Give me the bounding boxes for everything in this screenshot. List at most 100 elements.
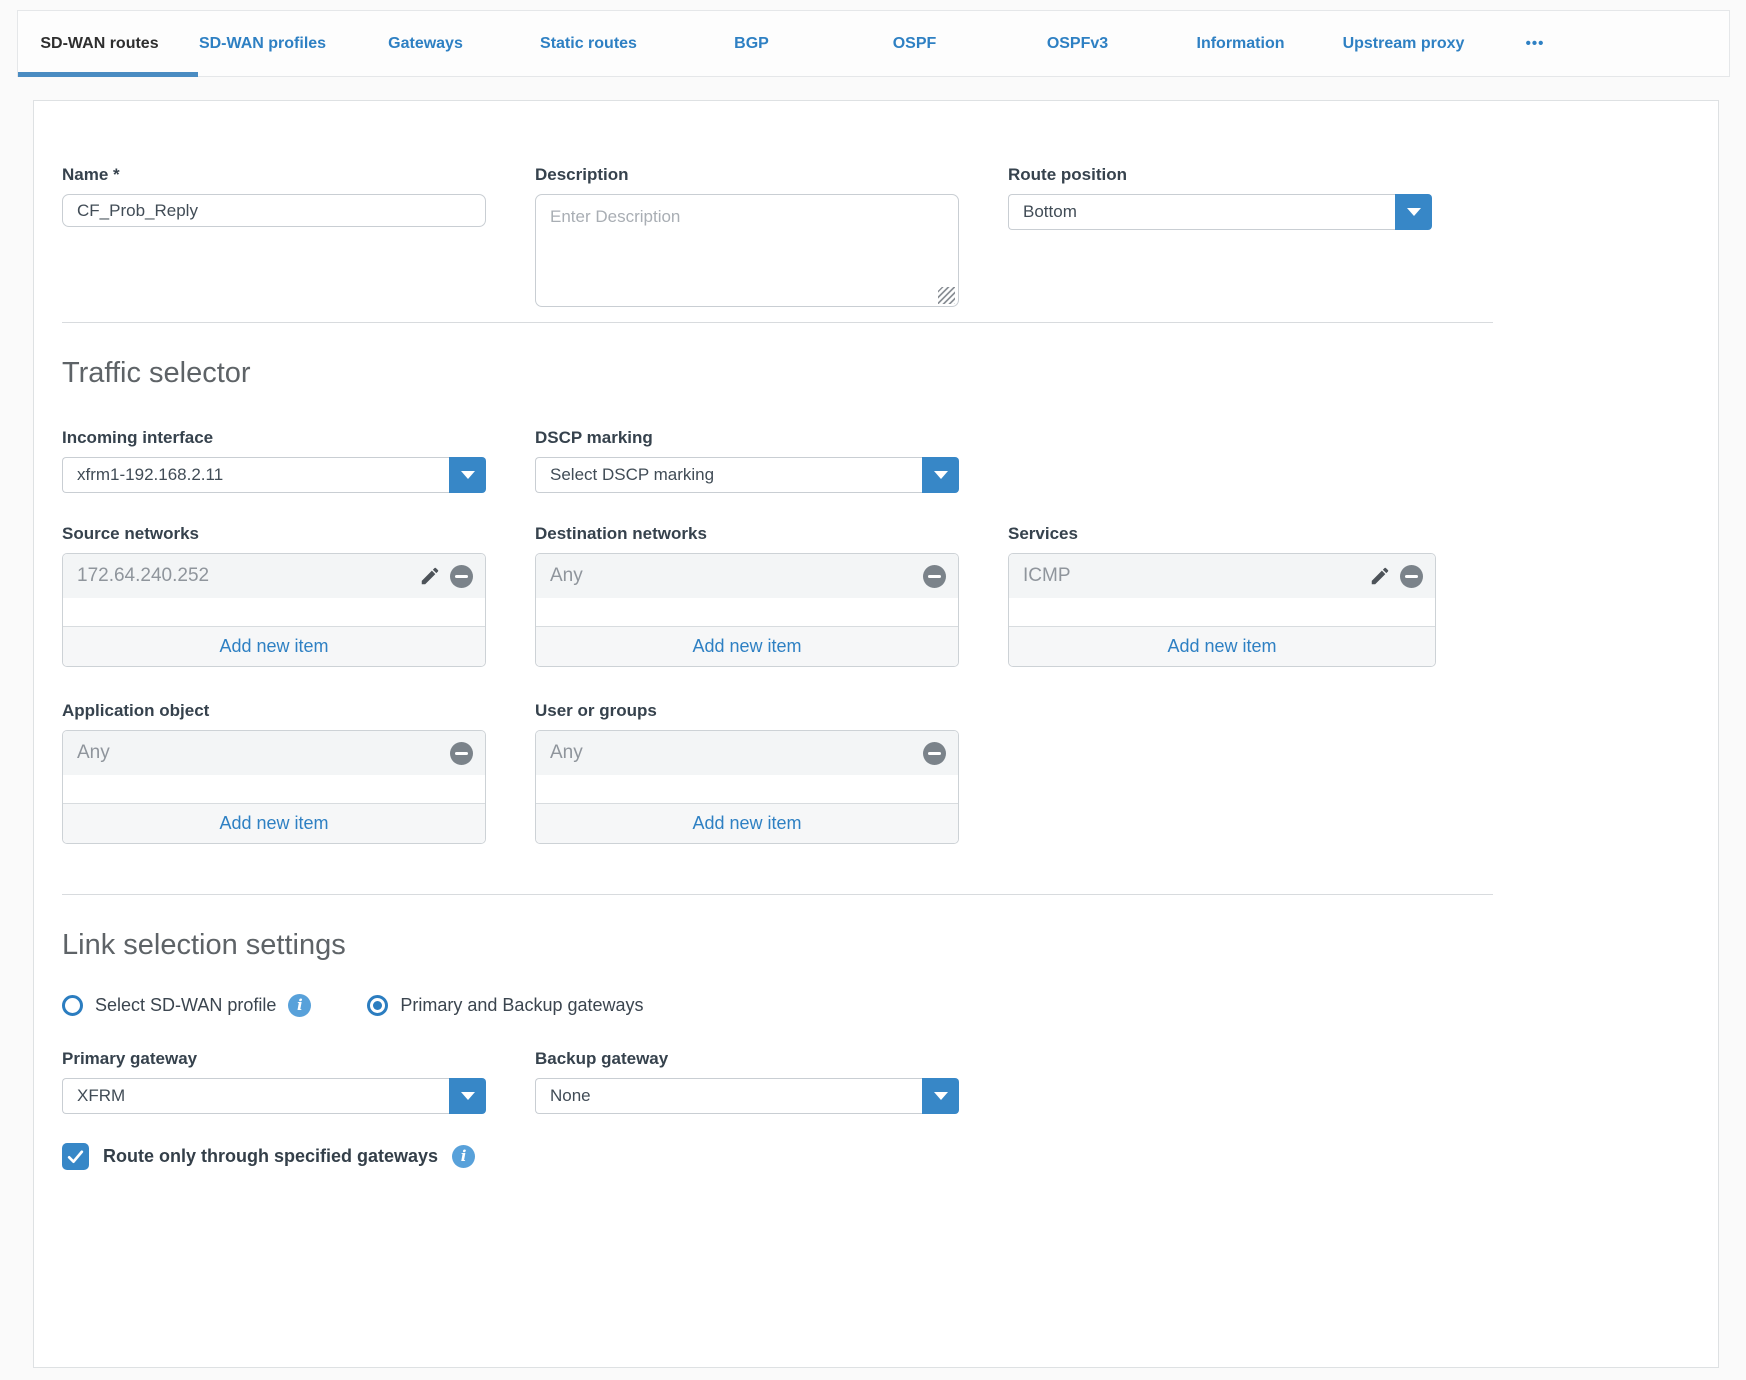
source-networks-listbox: 172.64.240.252 Add new item bbox=[62, 553, 486, 667]
source-networks-field-group: Source networks 172.64.240.252 Add new i… bbox=[62, 523, 486, 667]
tab-label: BGP bbox=[734, 35, 769, 53]
tab-gateways[interactable]: Gateways bbox=[344, 11, 507, 76]
radio-primary-backup-gateways[interactable]: Primary and Backup gateways bbox=[367, 995, 643, 1016]
list-item: Any bbox=[536, 731, 958, 775]
listbox-spacer bbox=[63, 775, 485, 803]
checkmark-icon bbox=[66, 1147, 85, 1166]
backup-gateway-value: None bbox=[535, 1078, 922, 1114]
add-new-item-button[interactable]: Add new item bbox=[63, 803, 485, 843]
route-position-label: Route position bbox=[1008, 164, 1436, 185]
networks-row: Source networks 172.64.240.252 Add new i… bbox=[34, 523, 1718, 667]
list-item-value: Any bbox=[550, 565, 923, 587]
chevron-down-icon[interactable] bbox=[449, 457, 486, 493]
tab-label: SD-WAN profiles bbox=[199, 35, 326, 53]
list-item: 172.64.240.252 bbox=[63, 554, 485, 598]
tab-label: Gateways bbox=[388, 35, 463, 53]
info-icon[interactable]: i bbox=[288, 994, 311, 1017]
add-new-item-label: Add new item bbox=[692, 636, 801, 657]
remove-icon[interactable] bbox=[1400, 565, 1423, 588]
add-new-item-label: Add new item bbox=[692, 813, 801, 834]
dscp-marking-label: DSCP marking bbox=[535, 427, 959, 448]
list-item-value: 172.64.240.252 bbox=[77, 565, 419, 587]
route-position-field-group: Route position Bottom bbox=[1008, 164, 1436, 230]
list-item: Any bbox=[536, 554, 958, 598]
source-networks-label: Source networks bbox=[62, 523, 486, 544]
info-icon[interactable]: i bbox=[452, 1145, 475, 1168]
radio-checked-icon[interactable] bbox=[367, 995, 388, 1016]
tab-label: Information bbox=[1197, 35, 1285, 53]
tab-ospf[interactable]: OSPF bbox=[833, 11, 996, 76]
description-textarea[interactable] bbox=[535, 194, 959, 307]
destination-networks-label: Destination networks bbox=[535, 523, 959, 544]
tab-more-menu[interactable]: ••• bbox=[1485, 11, 1585, 76]
primary-gateway-dropdown[interactable]: XFRM bbox=[62, 1078, 486, 1114]
destination-networks-listbox: Any Add new item bbox=[535, 553, 959, 667]
remove-icon[interactable] bbox=[450, 565, 473, 588]
add-new-item-button[interactable]: Add new item bbox=[63, 626, 485, 666]
services-field-group: Services ICMP Add new item bbox=[1008, 523, 1436, 667]
add-new-item-button[interactable]: Add new item bbox=[536, 626, 958, 666]
dscp-marking-value: Select DSCP marking bbox=[535, 457, 922, 493]
tab-information[interactable]: Information bbox=[1159, 11, 1322, 76]
general-section: Name * Description Route position Bottom bbox=[34, 101, 1718, 312]
tab-sdwan-profiles[interactable]: SD-WAN profiles bbox=[181, 11, 344, 76]
edit-icon[interactable] bbox=[1369, 565, 1391, 587]
user-or-groups-listbox: Any Add new item bbox=[535, 730, 959, 844]
radio-label: Primary and Backup gateways bbox=[400, 995, 643, 1016]
dscp-marking-dropdown[interactable]: Select DSCP marking bbox=[535, 457, 959, 493]
name-field-group: Name * bbox=[62, 164, 486, 227]
add-new-item-label: Add new item bbox=[219, 813, 328, 834]
remove-icon[interactable] bbox=[450, 742, 473, 765]
application-object-field-group: Application object Any Add new item bbox=[62, 700, 486, 844]
interface-row: Incoming interface xfrm1-192.168.2.11 DS… bbox=[34, 427, 1718, 493]
listbox-spacer bbox=[536, 775, 958, 803]
resize-handle-icon[interactable] bbox=[938, 287, 955, 304]
list-item: Any bbox=[63, 731, 485, 775]
radio-select-sdwan-profile[interactable]: Select SD-WAN profile i bbox=[62, 994, 311, 1017]
add-new-item-button[interactable]: Add new item bbox=[1009, 626, 1435, 666]
tabbar-spacer bbox=[1585, 11, 1729, 76]
incoming-interface-dropdown[interactable]: xfrm1-192.168.2.11 bbox=[62, 457, 486, 493]
incoming-interface-label: Incoming interface bbox=[62, 427, 486, 448]
add-new-item-label: Add new item bbox=[1167, 636, 1276, 657]
listbox-spacer bbox=[1009, 598, 1435, 626]
edit-icon[interactable] bbox=[419, 565, 441, 587]
route-only-checkbox[interactable] bbox=[62, 1143, 89, 1170]
name-label: Name * bbox=[62, 164, 486, 185]
chevron-down-icon[interactable] bbox=[922, 457, 959, 493]
tab-static-routes[interactable]: Static routes bbox=[507, 11, 670, 76]
chevron-down-icon[interactable] bbox=[922, 1078, 959, 1114]
remove-icon[interactable] bbox=[923, 565, 946, 588]
list-item-value: ICMP bbox=[1023, 565, 1369, 587]
tab-upstream-proxy[interactable]: Upstream proxy bbox=[1322, 11, 1485, 76]
list-item-value: Any bbox=[550, 742, 923, 764]
chevron-down-icon[interactable] bbox=[449, 1078, 486, 1114]
primary-gateway-label: Primary gateway bbox=[62, 1048, 486, 1069]
destination-networks-field-group: Destination networks Any Add new item bbox=[535, 523, 959, 667]
add-new-item-button[interactable]: Add new item bbox=[536, 803, 958, 843]
radio-icon[interactable] bbox=[62, 995, 83, 1016]
section-divider bbox=[62, 894, 1493, 895]
incoming-interface-field-group: Incoming interface xfrm1-192.168.2.11 bbox=[62, 427, 486, 493]
ellipsis-icon: ••• bbox=[1526, 35, 1545, 52]
route-position-dropdown[interactable]: Bottom bbox=[1008, 194, 1432, 230]
user-or-groups-field-group: User or groups Any Add new item bbox=[535, 700, 959, 844]
tab-label: OSPFv3 bbox=[1047, 35, 1108, 53]
backup-gateway-dropdown[interactable]: None bbox=[535, 1078, 959, 1114]
tab-bgp[interactable]: BGP bbox=[670, 11, 833, 76]
application-object-listbox: Any Add new item bbox=[62, 730, 486, 844]
application-object-label: Application object bbox=[62, 700, 486, 721]
tab-ospfv3[interactable]: OSPFv3 bbox=[996, 11, 1159, 76]
link-mode-radio-row: Select SD-WAN profile i Primary and Back… bbox=[62, 994, 1718, 1017]
incoming-interface-value: xfrm1-192.168.2.11 bbox=[62, 457, 449, 493]
tab-sdwan-routes[interactable]: SD-WAN routes bbox=[18, 11, 181, 76]
remove-icon[interactable] bbox=[923, 742, 946, 765]
dscp-field-group: DSCP marking Select DSCP marking bbox=[535, 427, 959, 493]
chevron-down-icon[interactable] bbox=[1395, 194, 1432, 230]
tab-label: Upstream proxy bbox=[1343, 35, 1465, 53]
app-user-row: Application object Any Add new item User… bbox=[34, 700, 1718, 844]
list-item: ICMP bbox=[1009, 554, 1435, 598]
tab-bar: SD-WAN routes SD-WAN profiles Gateways S… bbox=[17, 10, 1730, 77]
name-input[interactable] bbox=[62, 194, 486, 227]
sdwan-route-form-panel: Name * Description Route position Bottom… bbox=[33, 100, 1719, 1368]
